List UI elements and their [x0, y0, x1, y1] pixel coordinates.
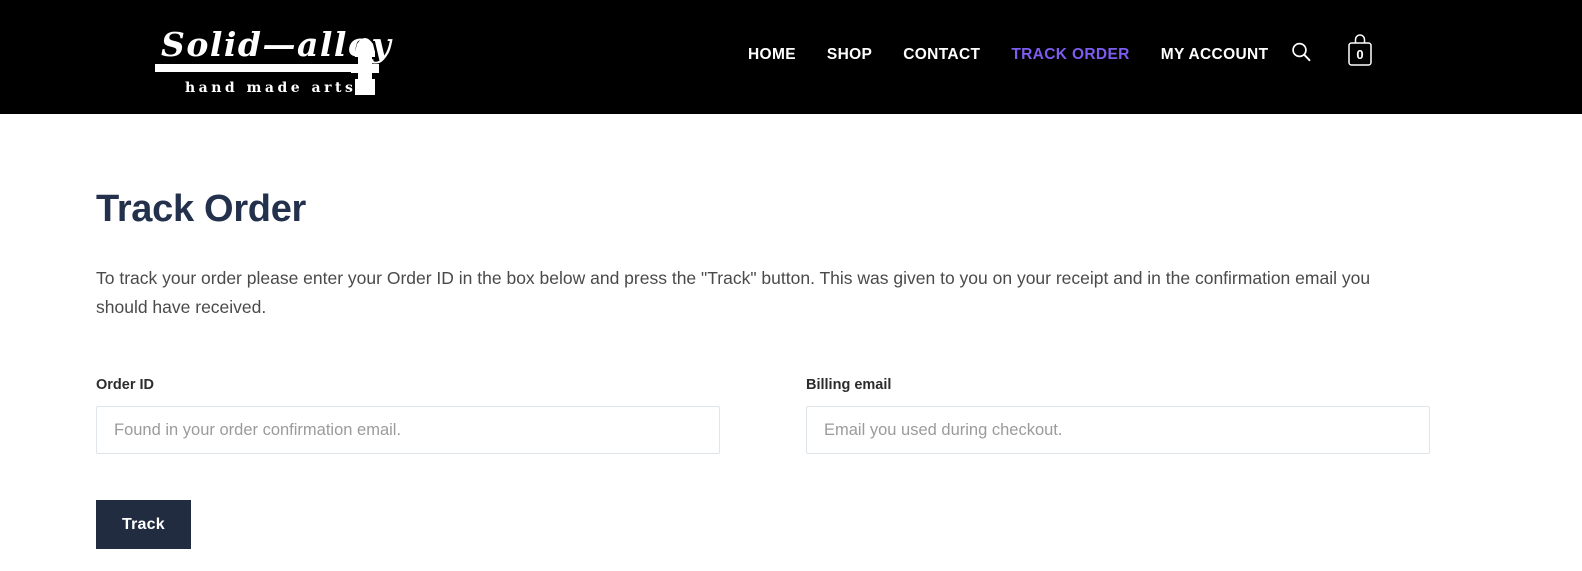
page-title: Track Order	[96, 188, 307, 230]
intro-paragraph: To track your order please enter your Or…	[96, 268, 1371, 317]
solid-alloy-logo-mark: Solid—alloy hand made arts	[155, 25, 392, 96]
shopping-bag-icon	[1348, 34, 1372, 66]
order-id-label: Order ID	[96, 377, 155, 393]
nav-item-track-order[interactable]: TRACK ORDER	[1011, 44, 1129, 66]
track-order-content: Track Order To track your order please e…	[96, 186, 1486, 549]
nav-item-contact[interactable]: CONTACT	[903, 44, 980, 66]
billing-email-label: Billing email	[806, 377, 892, 393]
search-icon	[1292, 42, 1311, 62]
billing-email-input[interactable]	[806, 406, 1430, 454]
submit-row: Track	[96, 500, 191, 549]
track-button[interactable]: Track	[96, 500, 191, 549]
track-order-form: Order ID Billing email	[96, 376, 1436, 454]
nav-item-home[interactable]: HOME	[748, 44, 796, 66]
billing-email-field-group: Billing email	[806, 376, 1430, 454]
search-button[interactable]	[1290, 41, 1312, 63]
site-logo[interactable]: Solid—alloy hand made arts	[155, 14, 395, 102]
order-id-field-group: Order ID	[96, 376, 720, 454]
main-navigation: HOME SHOP CONTACT TRACK ORDER MY ACCOUNT	[748, 44, 1268, 66]
header-icon-group: 0	[1290, 32, 1375, 72]
svg-text:hand made arts: hand made arts	[185, 80, 356, 96]
cart-button[interactable]: 0	[1345, 32, 1375, 72]
site-header: Solid—alloy hand made arts HOME SHOP CON…	[0, 0, 1582, 114]
nav-item-shop[interactable]: SHOP	[827, 44, 872, 66]
order-id-input[interactable]	[96, 406, 720, 454]
nav-item-my-account[interactable]: MY ACCOUNT	[1161, 44, 1269, 66]
